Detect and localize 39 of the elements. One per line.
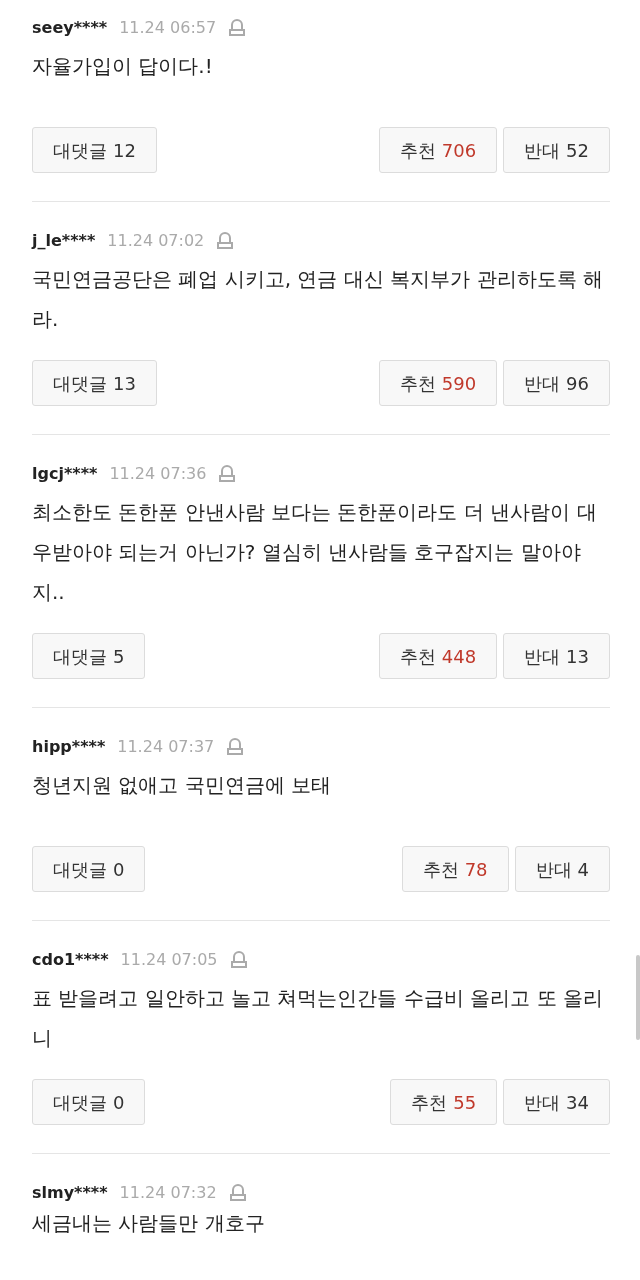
upvote-button[interactable]: 추천 590 [378, 360, 498, 406]
comment-text: 세금내는 사람들만 개호구 [32, 1210, 266, 1237]
downvote-button[interactable]: 반대 34 [503, 1079, 610, 1125]
upvote-button[interactable]: 추천 706 [378, 127, 498, 173]
lock-icon [226, 737, 245, 757]
lock-icon [228, 18, 247, 38]
comment-text: 청년지원 없애고 국민연금에 보태 [32, 772, 333, 799]
downvote-button[interactable]: 반대 96 [503, 360, 610, 406]
reply-button[interactable]: 대댓글 12 [32, 127, 157, 173]
username: hipp**** [32, 736, 106, 758]
timestamp: 11.24 07:32 [119, 1182, 217, 1204]
downvote-button[interactable]: 반대 4 [514, 846, 610, 892]
comment-text: 표 받을려고 일안하고 놀고 쳐먹는인간들 수급비 올리고 또 올리니 [32, 985, 604, 1052]
comment-text: 자율가입이 답이다.! [32, 53, 214, 80]
lock-icon [228, 1183, 247, 1203]
comment-text: 최소한도 돈한푼 안낸사람 보다는 돈한푼이라도 더 낸사람이 대우받아야 되는거 아닌가? 열심히 낸사람들 호구잡지는 말아야지.. [32, 499, 598, 606]
reply-button[interactable]: 대댓글 13 [32, 360, 157, 406]
timestamp: 11.24 07:02 [107, 230, 205, 252]
lock-icon [229, 950, 248, 970]
timestamp: 11.24 06:57 [119, 17, 217, 39]
username: j_le**** [32, 230, 96, 252]
comment-text: 국민연금공단은 폐업 시키고, 연금 대신 복지부가 관리하도록 해라. [32, 266, 604, 333]
reply-button[interactable]: 대댓글 5 [32, 633, 146, 679]
reply-button[interactable]: 대댓글 0 [32, 846, 146, 892]
downvote-button[interactable]: 반대 52 [503, 127, 610, 173]
username: lgcj**** [32, 463, 98, 485]
reply-button[interactable]: 대댓글 0 [32, 1079, 146, 1125]
upvote-button[interactable]: 추천 55 [390, 1079, 498, 1125]
username: seey**** [32, 17, 108, 39]
username: cdo1**** [32, 949, 109, 971]
lock-icon [216, 231, 235, 251]
timestamp: 11.24 07:36 [109, 463, 207, 485]
lock-icon [218, 464, 237, 484]
timestamp: 11.24 07:37 [117, 736, 215, 758]
upvote-button[interactable]: 추천 78 [401, 846, 509, 892]
downvote-button[interactable]: 반대 13 [503, 633, 610, 679]
upvote-button[interactable]: 추천 448 [378, 633, 498, 679]
timestamp: 11.24 07:05 [120, 949, 218, 971]
username: slmy**** [32, 1182, 108, 1204]
